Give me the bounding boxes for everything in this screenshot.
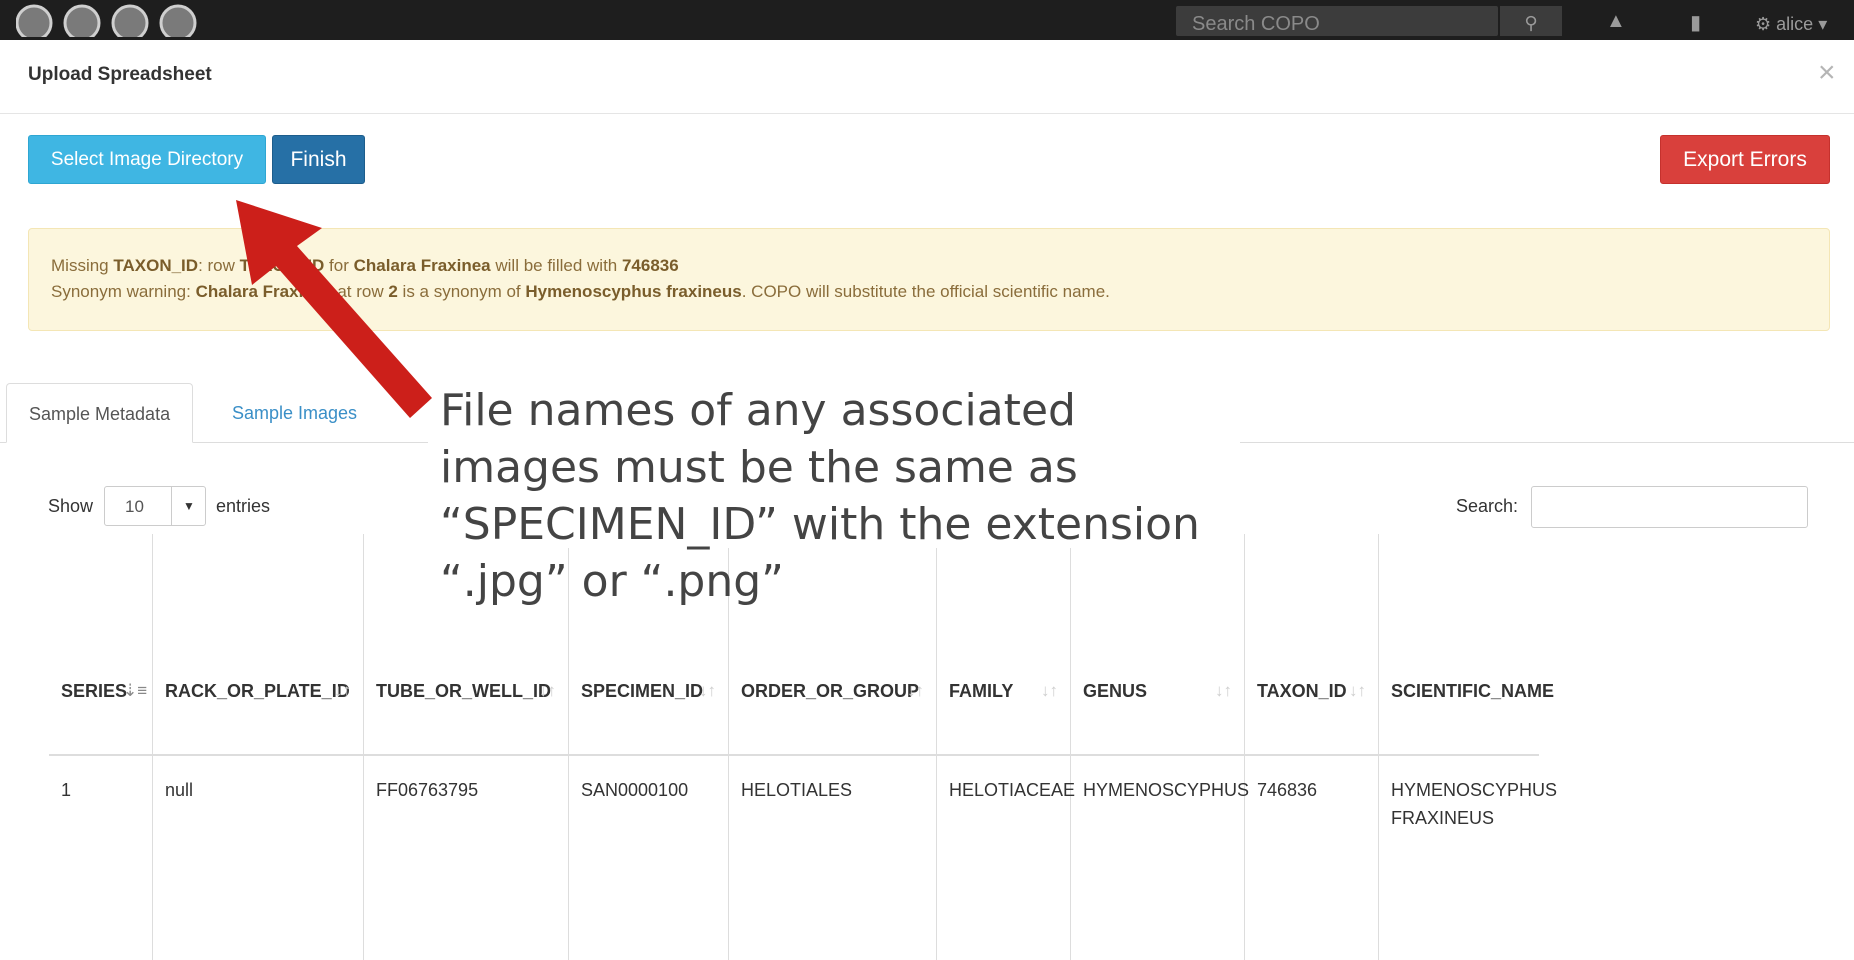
column-header-label: RACK_OR_PLATE_ID: [165, 681, 350, 701]
alert-text-segment: Hymenoscyphus fraxineus: [525, 282, 742, 301]
table-cell: HYMENOSCYPHUS FRAXINEUS: [1379, 756, 1557, 960]
alert-text-segment: 2: [388, 282, 398, 301]
column-header-label: GENUS: [1083, 681, 1148, 701]
table-cell-value: HYMENOSCYPHUS FRAXINEUS: [1391, 780, 1558, 828]
sort-icon[interactable]: ↓↑: [699, 681, 716, 701]
alert-text-segment: TAXON_ID: [113, 256, 199, 275]
search-label: Search:: [1456, 496, 1519, 516]
alert-missing-taxon: Missing TAXON_ID: row TAXON_ID for Chala…: [51, 256, 679, 276]
table-cell-value: HYMENOSCYPHUS: [1083, 780, 1250, 800]
column-header-scientific-name[interactable]: SCIENTIFIC_NAME: [1379, 534, 1554, 756]
alert-text-segment: Chalara Fraxinea: [195, 282, 333, 301]
column-header-taxon-id[interactable]: TAXON_ID ↓↑: [1245, 534, 1379, 756]
column-header-label: TUBE_OR_WELL_ID: [376, 681, 552, 701]
user-menu[interactable]: ⚙ alice ▾: [1755, 14, 1827, 35]
annotation-text: File names of any associated images must…: [440, 385, 1200, 607]
column-header-label: ORDER_OR_GROUP: [741, 681, 920, 701]
table-cell: HELOTIACEAE: [937, 756, 1075, 960]
tab-sample-metadata[interactable]: Sample Metadata: [6, 383, 194, 443]
copo-logo-icon[interactable]: [16, 3, 216, 37]
caret-down-icon: ▼: [171, 487, 206, 525]
warning-alert: Missing TAXON_ID: row TAXON_ID for Chala…: [28, 228, 1830, 331]
entries-select[interactable]: 10 ▼: [104, 486, 206, 526]
table-cell-value: 746836: [1257, 780, 1318, 800]
close-icon[interactable]: ×: [1818, 58, 1836, 88]
table-cell-value: null: [165, 780, 194, 800]
column-header-label: SERIES: [61, 681, 128, 701]
table-cell-value: HELOTIALES: [741, 780, 853, 800]
alert-text-segment: at row: [332, 282, 389, 301]
table-cell: HELOTIALES: [729, 756, 937, 960]
column-header-label: SCIENTIFIC_NAME: [1391, 681, 1555, 701]
column-header-series[interactable]: SERIES ⇣≡: [49, 534, 153, 756]
alert-text-segment: 746836: [621, 256, 679, 275]
gear-icon: ⚙: [1755, 14, 1772, 34]
modal-header: Upload Spreadsheet ×: [0, 40, 1854, 114]
select-image-directory-button[interactable]: Select Image Directory: [28, 135, 266, 184]
entries-label: entries: [216, 496, 271, 516]
caret-down-icon: ▾: [1818, 14, 1828, 34]
nav-search-input[interactable]: Search COPO: [1176, 6, 1498, 36]
table-cell: HYMENOSCYPHUS: [1071, 756, 1249, 960]
tab-sample-images[interactable]: Sample Images: [210, 383, 379, 443]
alert-text-segment: is a synonym of: [397, 282, 526, 301]
sort-icon[interactable]: ↓↑: [1349, 681, 1366, 701]
table-cell: SAN0000100: [569, 756, 729, 960]
table-cell-value: 1: [61, 780, 72, 800]
table-cell: null: [153, 756, 364, 960]
table-cell: 746836: [1245, 756, 1379, 960]
sort-icon[interactable]: ↓↑: [334, 681, 351, 701]
table-cell: 1: [49, 756, 153, 960]
table-cell-value: FF06763795: [376, 780, 479, 800]
alert-text-segment: . COPO will substitute the official scie…: [741, 282, 1110, 301]
entries-value: 10: [125, 497, 144, 516]
table-cell-value: SAN0000100: [581, 780, 689, 800]
alert-text-segment: for: [324, 256, 354, 275]
search-icon[interactable]: ⚲: [1500, 6, 1562, 36]
modal-title: Upload Spreadsheet: [28, 64, 212, 85]
sort-icon[interactable]: ⇣≡: [123, 681, 147, 701]
table-cell-value: HELOTIACEAE: [949, 780, 1076, 800]
alert-synonym-warning: Synonym warning: Chalara Fraxinea at row…: [51, 282, 1110, 302]
sort-icon[interactable]: ↓↑: [907, 681, 924, 701]
alert-text-segment: Missing: [51, 256, 114, 275]
sort-icon[interactable]: ↓↑: [539, 681, 556, 701]
show-label: Show: [48, 496, 94, 516]
column-header-label: FAMILY: [949, 681, 1014, 701]
table-cell: FF06763795: [364, 756, 569, 960]
alert-text-segment: : row: [198, 256, 240, 275]
table-search-input[interactable]: [1531, 486, 1808, 528]
column-header-label: TAXON_ID: [1257, 681, 1347, 701]
bell-icon[interactable]: ▲: [1606, 10, 1626, 33]
column-header-rack-or-plate-id[interactable]: RACK_OR_PLATE_ID ↓↑: [153, 534, 364, 756]
user-name: alice: [1776, 14, 1814, 34]
alert-text-segment: Chalara Fraxinea: [353, 256, 491, 275]
finish-button[interactable]: Finish: [272, 135, 365, 184]
export-errors-button[interactable]: Export Errors: [1660, 135, 1830, 184]
alert-text-segment: Synonym warning:: [51, 282, 196, 301]
column-header-label: SPECIMEN_ID: [581, 681, 704, 701]
sort-icon[interactable]: ↓↑: [1215, 681, 1232, 701]
sort-icon[interactable]: ↓↑: [1041, 681, 1058, 701]
alert-text-segment: will be filled with: [490, 256, 622, 275]
book-icon[interactable]: ▮: [1690, 10, 1701, 35]
alert-text-segment: TAXON_ID: [239, 256, 325, 275]
top-navbar: Search COPO ⚲ ▲ ▮ ⚙ alice ▾: [0, 0, 1854, 40]
